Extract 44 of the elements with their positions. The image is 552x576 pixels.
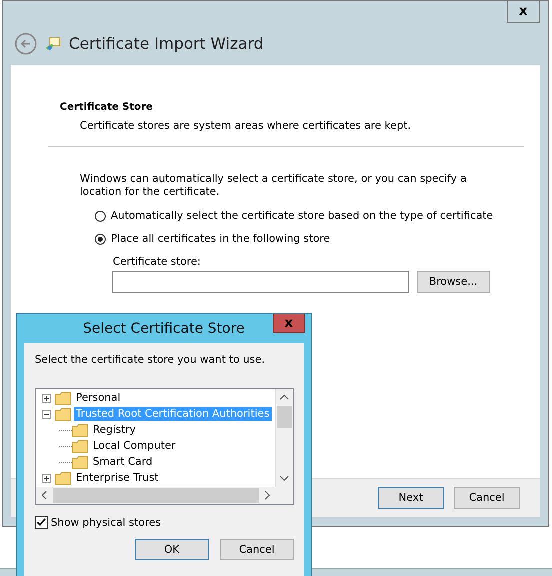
tree-item[interactable]: Registry — [91, 423, 138, 437]
folder-icon — [55, 408, 71, 420]
instruction-text: Windows can automatically select a certificate store, or you can specify a location for the certificate. — [80, 173, 468, 199]
cancel-button[interactable]: Cancel — [454, 487, 520, 509]
close-button[interactable]: x — [273, 314, 305, 333]
tree-item[interactable]: Smart Card — [91, 455, 155, 469]
folder-icon — [72, 440, 88, 452]
close-button[interactable]: x — [507, 1, 540, 23]
expand-icon[interactable] — [42, 474, 51, 482]
certificate-icon — [45, 36, 61, 52]
cancel-button[interactable]: Cancel — [220, 539, 294, 560]
store-label: Certificate store: — [113, 256, 202, 268]
checkbox[interactable] — [35, 516, 48, 529]
radio-label: Place all certificates in the following store — [111, 233, 330, 245]
tree-item[interactable]: Local Computer — [91, 439, 178, 453]
radio-button[interactable] — [95, 210, 106, 222]
radio-label: Automatically select the certificate store based on the type of certificate — [111, 210, 494, 222]
vertical-scrollbar[interactable] — [275, 389, 293, 487]
scroll-thumb[interactable] — [277, 406, 292, 428]
ok-button[interactable]: OK — [135, 539, 209, 560]
section-description: Certificate stores are system areas where certificates are kept. — [80, 120, 412, 132]
window-title: Certificate Import Wizard — [69, 35, 264, 53]
folder-icon — [55, 392, 71, 404]
folder-icon — [55, 472, 71, 484]
tree-item[interactable]: Enterprise Trust — [74, 471, 161, 485]
horizontal-scrollbar[interactable] — [36, 487, 293, 504]
next-button[interactable]: Next — [378, 487, 444, 509]
folder-icon — [72, 456, 88, 468]
scroll-thumb[interactable] — [53, 488, 259, 503]
checkbox-label: Show physical stores — [51, 516, 162, 528]
store-field[interactable] — [112, 271, 409, 293]
prompt-text: Select the certificate store you want to use. — [35, 354, 266, 366]
scroll-left-icon[interactable] — [41, 491, 47, 500]
folder-icon — [72, 424, 88, 436]
scroll-down-icon[interactable] — [280, 476, 289, 482]
expand-icon[interactable] — [42, 394, 51, 402]
scroll-right-icon[interactable] — [265, 491, 271, 500]
collapse-icon[interactable] — [42, 410, 51, 418]
scroll-up-icon[interactable] — [280, 394, 289, 400]
tree-item[interactable]: Personal — [74, 391, 123, 405]
radio-button[interactable] — [95, 234, 106, 244]
browse-button[interactable]: Browse... — [417, 271, 490, 293]
section-title: Certificate Store — [60, 102, 154, 113]
dialog-title: Select Certificate Store — [83, 320, 245, 336]
